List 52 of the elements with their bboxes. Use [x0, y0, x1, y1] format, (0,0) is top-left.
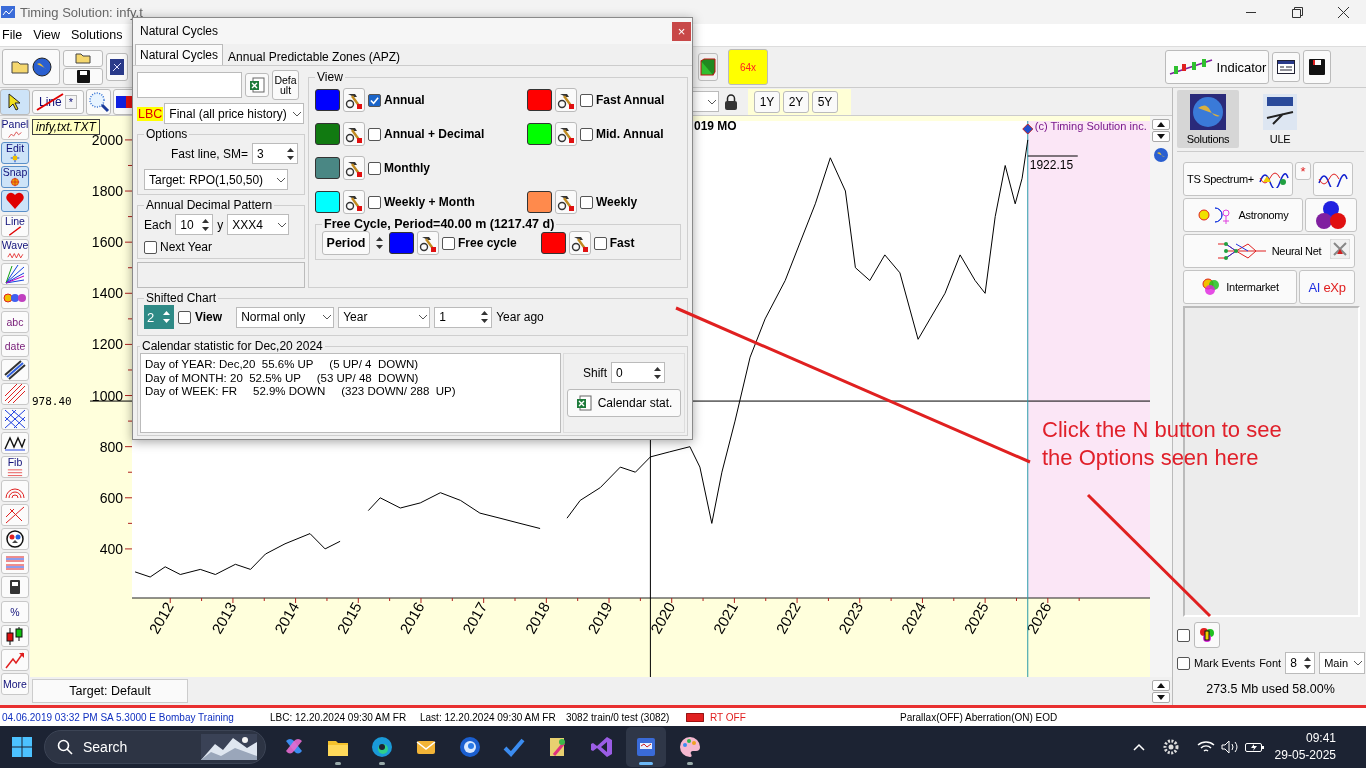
cycle-label: Free cycle: [458, 236, 517, 250]
field-label: Shift: [583, 365, 607, 380]
cycle-label: Monthly: [384, 161, 430, 175]
axis-label: 1600: [91, 234, 123, 251]
last-price-label: 1922.15: [1029, 158, 1074, 172]
group-title: View: [316, 70, 344, 84]
checkbox-label: Mark Events: [1194, 657, 1256, 669]
statistics-line: Day of MONTH: 20 52.5% UP (53 UP/ 48 DOWN): [145, 371, 420, 385]
group-title: Options: [145, 127, 189, 141]
statistics-line: Day of YEAR: Dec,20 55.6% UP (5 UP/ 4 DOWN): [145, 358, 420, 372]
axis-label: 400: [99, 540, 123, 557]
clock-time: 09:41: [1305, 730, 1336, 747]
cycle-label: Mid. Annual: [596, 127, 664, 141]
price-level-label: 978.40: [32, 395, 72, 409]
field-label: Year ago: [496, 310, 544, 324]
status-tests: 3082 train/0 test (3082): [565, 711, 671, 723]
axis-label: 1800: [91, 183, 123, 200]
group-title: Annual Decimal Pattern: [145, 198, 274, 212]
group-title: Calendar statistic for Dec,20 2024: [141, 339, 324, 353]
checkbox-label: Next Year: [160, 240, 213, 254]
cycle-label: Annual: [384, 93, 425, 107]
status-flags: Parallax(OFF) Aberration(ON) EOD: [899, 711, 1059, 723]
cycle-label: Annual + Decimal: [384, 127, 485, 141]
group-title: Shifted Chart: [145, 291, 218, 305]
field-label: Fast line, SM=: [170, 146, 248, 161]
axis-label: 600: [99, 489, 123, 506]
field-label: y: [217, 217, 224, 232]
cycle-label: Weekly + Month: [384, 195, 475, 209]
axis-label: 1400: [91, 285, 123, 302]
dialog-title: Natural Cycles: [140, 24, 219, 38]
status-lbc: LBC: 12.20.2024 09:30 AM FR: [269, 711, 408, 723]
axis-label: 1200: [91, 336, 123, 353]
callout-text: Click the N button to see the Options seen here: [1042, 416, 1283, 472]
copyright-text: (c) Timing Solution inc.: [1034, 120, 1147, 132]
statistics-line: Day of WEEK: FR 52.9% DOWN (323 DOWN/ 288 UP): [145, 385, 457, 399]
cycle-label: Weekly: [596, 195, 638, 209]
clock-date: 29-05-2025: [1274, 747, 1336, 764]
lbc-label: LBC: [137, 106, 164, 121]
cycle-label: Fast: [609, 236, 635, 250]
status-realtime: RT OFF: [709, 711, 747, 723]
group-title: Free Cycle, Period=40.00 m (1217.47 d): [323, 217, 556, 231]
status-last: Last: 12.20.2024 09:30 AM FR: [419, 711, 557, 723]
cycle-label: Fast Annual: [596, 93, 665, 107]
axis-label: 1000: [91, 387, 123, 404]
font-label: Font: [1259, 657, 1282, 669]
field-label: Each: [144, 217, 172, 232]
checkbox-label: View: [195, 310, 223, 324]
file-label: infy,txt.TXT: [32, 119, 100, 135]
memory-usage: 273.5 Mb used 58.00%: [1205, 681, 1336, 698]
axis-label: 800: [99, 438, 123, 455]
date-label: 019 MO: [694, 119, 737, 133]
status-session: 04.06.2019 03:32 PM SA 5.3000 E Bombay Training: [1, 711, 235, 723]
